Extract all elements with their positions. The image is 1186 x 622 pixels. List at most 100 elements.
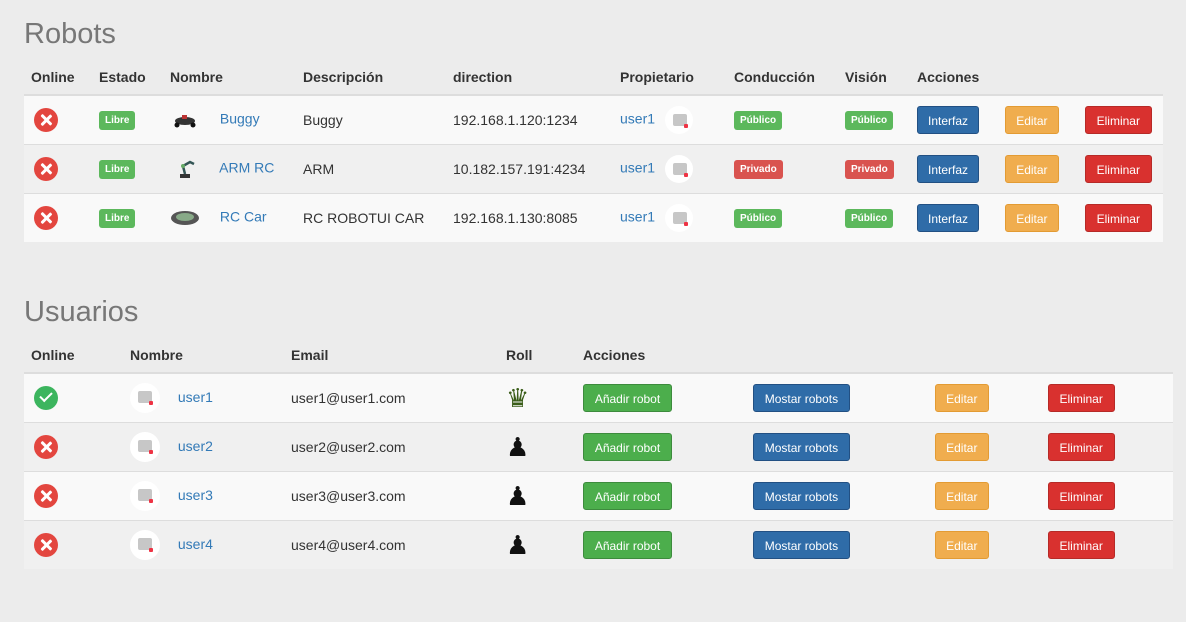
robots-section-title: Robots	[24, 18, 116, 50]
offline-icon	[34, 157, 58, 181]
user-avatar	[130, 530, 160, 560]
vision-badge: Privado	[845, 160, 894, 179]
user-email: user4@user4.com	[291, 520, 506, 569]
mostrar-robots-button[interactable]: Mostar robots	[752, 531, 850, 559]
editar-button[interactable]: Editar	[934, 384, 989, 412]
offline-icon	[34, 206, 58, 230]
anadir-robot-button[interactable]: Añadir robot	[583, 482, 672, 510]
user-name-link[interactable]: user4	[178, 536, 213, 552]
header-nombre: Nombre	[130, 338, 291, 374]
robot-description: ARM	[303, 144, 453, 194]
owner-avatar	[664, 204, 693, 232]
robot-name-link[interactable]: RC Car	[220, 209, 267, 225]
user-row: user1 user1@user1.com ♛ Añadir robot Mos…	[24, 373, 1173, 423]
eliminar-button[interactable]: Eliminar	[1084, 204, 1152, 232]
conduccion-badge: Público	[734, 209, 783, 228]
mostrar-robots-button[interactable]: Mostar robots	[752, 433, 850, 461]
editar-button[interactable]: Editar	[1004, 106, 1059, 134]
interfaz-button[interactable]: Interfaz	[917, 155, 979, 183]
owner-link[interactable]: user1	[620, 111, 655, 127]
header-propietario: Propietario	[620, 60, 734, 96]
robots-header-row: Online Estado Nombre Descripción directi…	[24, 60, 1163, 96]
admin-crown-icon: ♛	[506, 383, 530, 413]
anadir-robot-button[interactable]: Añadir robot	[583, 531, 672, 559]
anadir-robot-button[interactable]: Añadir robot	[583, 433, 672, 461]
offline-icon	[34, 484, 58, 508]
user-email: user1@user1.com	[291, 373, 506, 423]
robot-direction: 192.168.1.130:8085	[453, 193, 620, 242]
eliminar-button[interactable]: Eliminar	[1047, 531, 1115, 559]
header-direction: direction	[453, 60, 620, 96]
robot-description: RC ROBOTUI CAR	[303, 193, 453, 242]
user-name-link[interactable]: user3	[178, 487, 213, 503]
robot-row: Libre ARM RC ARM 10.182.157.191:4234 use…	[24, 144, 1163, 194]
vision-badge: Público	[845, 111, 894, 130]
vision-badge: Público	[845, 209, 894, 228]
user-pawn-icon: ♟	[506, 432, 530, 462]
owner-avatar	[664, 155, 693, 183]
usuarios-section-title: Usuarios	[24, 296, 139, 328]
eliminar-button[interactable]: Eliminar	[1084, 155, 1152, 183]
header-acciones: Acciones	[917, 60, 1163, 96]
robot-direction: 10.182.157.191:4234	[453, 144, 620, 194]
header-conduccion: Conducción	[734, 60, 845, 96]
robot-name-link[interactable]: ARM RC	[219, 160, 274, 176]
robot-buggy-thumbnail	[174, 115, 196, 128]
offline-icon	[34, 435, 58, 459]
user-email: user2@user2.com	[291, 422, 506, 472]
robot-name-link[interactable]: Buggy	[220, 111, 260, 127]
user-email: user3@user3.com	[291, 471, 506, 521]
conduccion-badge: Privado	[734, 160, 783, 179]
editar-button[interactable]: Editar	[934, 531, 989, 559]
user-avatar	[130, 383, 160, 413]
robot-rc-car-thumbnail	[171, 211, 199, 225]
robot-row: Libre RC Car RC ROBOTUI CAR 192.168.1.13…	[24, 193, 1163, 242]
owner-link[interactable]: user1	[620, 209, 655, 225]
offline-icon	[34, 108, 58, 132]
editar-button[interactable]: Editar	[1004, 204, 1059, 232]
robot-description: Buggy	[303, 95, 453, 145]
eliminar-button[interactable]: Eliminar	[1047, 433, 1115, 461]
user-pawn-icon: ♟	[506, 481, 530, 511]
header-email: Email	[291, 338, 506, 374]
robot-direction: 192.168.1.120:1234	[453, 95, 620, 145]
offline-icon	[34, 533, 58, 557]
robot-row: Libre Buggy Buggy 192.168.1.120:1234 use…	[24, 95, 1163, 145]
user-name-link[interactable]: user2	[178, 438, 213, 454]
usuarios-header-row: Online Nombre Email Roll Acciones	[24, 338, 1173, 374]
header-acciones: Acciones	[583, 338, 1173, 374]
owner-avatar	[664, 106, 693, 134]
user-row: user4 user4@user4.com ♟ Añadir robot Mos…	[24, 520, 1173, 569]
robot-arm-thumbnail	[180, 160, 195, 178]
interfaz-button[interactable]: Interfaz	[917, 106, 979, 134]
user-avatar	[130, 432, 160, 462]
mostrar-robots-button[interactable]: Mostar robots	[752, 482, 850, 510]
header-online: Online	[24, 60, 99, 96]
user-name-link[interactable]: user1	[178, 389, 213, 405]
header-vision: Visión	[845, 60, 917, 96]
conduccion-badge: Público	[734, 111, 783, 130]
editar-button[interactable]: Editar	[934, 433, 989, 461]
user-pawn-icon: ♟	[506, 530, 530, 560]
interfaz-button[interactable]: Interfaz	[917, 204, 979, 232]
user-row: user3 user3@user3.com ♟ Añadir robot Mos…	[24, 471, 1173, 521]
mostrar-robots-button[interactable]: Mostar robots	[752, 384, 850, 412]
editar-button[interactable]: Editar	[934, 482, 989, 510]
estado-badge: Libre	[99, 209, 136, 228]
header-roll: Roll	[506, 338, 583, 374]
eliminar-button[interactable]: Eliminar	[1047, 482, 1115, 510]
user-avatar	[130, 481, 160, 511]
editar-button[interactable]: Editar	[1004, 155, 1059, 183]
eliminar-button[interactable]: Eliminar	[1047, 384, 1115, 412]
header-estado: Estado	[99, 60, 170, 96]
usuarios-table: Online Nombre Email Roll Acciones user1 …	[24, 338, 1173, 569]
estado-badge: Libre	[99, 160, 136, 179]
online-icon	[34, 386, 58, 410]
header-descripcion: Descripción	[303, 60, 453, 96]
header-nombre: Nombre	[170, 60, 303, 96]
header-online: Online	[24, 338, 130, 374]
eliminar-button[interactable]: Eliminar	[1084, 106, 1152, 134]
user-row: user2 user2@user2.com ♟ Añadir robot Mos…	[24, 422, 1173, 472]
owner-link[interactable]: user1	[620, 160, 655, 176]
anadir-robot-button[interactable]: Añadir robot	[583, 384, 672, 412]
